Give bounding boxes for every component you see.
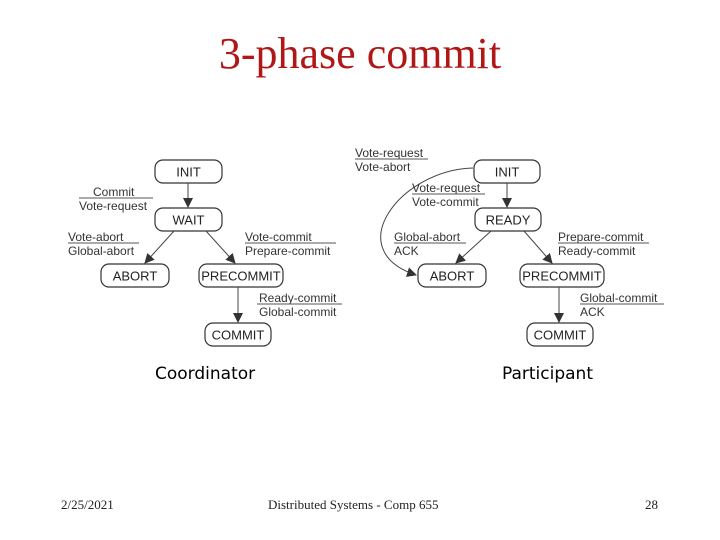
- coord-edge-wait-precommit: [205, 230, 236, 264]
- participant-diagram: INIT READY ABORT PRECOMMIT COMMIT Vote-r…: [355, 146, 664, 347]
- svg-text:Vote-abort: Vote-abort: [355, 160, 411, 174]
- part-label-init-ready: Vote-request Vote-commit: [412, 181, 485, 209]
- coordinator-diagram: INIT WAIT ABORT PRECOMMIT COMMIT Commit …: [68, 159, 342, 347]
- part-node-ready: READY: [474, 207, 542, 232]
- state-diagram: INIT WAIT ABORT PRECOMMIT COMMIT Commit …: [68, 146, 664, 347]
- svg-text:COMMIT: COMMIT: [212, 328, 265, 343]
- svg-text:INIT: INIT: [495, 165, 520, 180]
- svg-text:Vote-request: Vote-request: [79, 199, 148, 213]
- svg-text:Global-commit: Global-commit: [580, 291, 658, 305]
- svg-text:Vote-abort: Vote-abort: [68, 230, 124, 244]
- coordinator-caption: Coordinator: [155, 364, 256, 384]
- svg-text:READY: READY: [486, 213, 531, 228]
- footer-date: 2/25/2021: [61, 497, 114, 512]
- svg-text:ABORT: ABORT: [113, 269, 158, 284]
- part-node-commit: COMMIT: [526, 322, 594, 347]
- coord-node-precommit: PRECOMMIT: [198, 263, 284, 288]
- part-node-abort: ABORT: [417, 263, 487, 288]
- svg-text:Vote-request: Vote-request: [412, 181, 481, 195]
- coord-node-wait: WAIT: [154, 207, 223, 232]
- part-label-ready-abort: Global-abort ACK: [394, 230, 466, 258]
- slide: 3-phase commit INIT WAIT ABORT PRECOMMIT…: [0, 0, 720, 540]
- svg-text:Ready-commit: Ready-commit: [259, 291, 337, 305]
- svg-text:PRECOMMIT: PRECOMMIT: [522, 269, 602, 284]
- part-label-ready-precommit: Prepare-commit Ready-commit: [558, 230, 649, 258]
- svg-text:Global-commit: Global-commit: [259, 305, 337, 319]
- svg-text:Prepare-commit: Prepare-commit: [245, 244, 331, 258]
- svg-text:ACK: ACK: [394, 244, 419, 258]
- svg-text:WAIT: WAIT: [172, 213, 204, 228]
- coord-node-commit: COMMIT: [204, 322, 272, 347]
- part-edge-ready-abort: [455, 230, 492, 264]
- svg-text:Global-abort: Global-abort: [394, 230, 461, 244]
- svg-text:Vote-request: Vote-request: [355, 146, 424, 160]
- coord-label-wait-abort: Vote-abort Global-abort: [68, 230, 139, 258]
- svg-text:ABORT: ABORT: [430, 269, 475, 284]
- svg-text:INIT: INIT: [176, 165, 201, 180]
- part-edge-ready-precommit: [523, 230, 553, 264]
- svg-text:Vote-commit: Vote-commit: [412, 195, 479, 209]
- participant-caption: Participant: [502, 364, 594, 384]
- svg-text:Ready-commit: Ready-commit: [558, 244, 636, 258]
- footer-course: Distributed Systems - Comp 655: [268, 497, 439, 512]
- coord-label-precommit-commit: Ready-commit Global-commit: [257, 291, 342, 319]
- coord-edge-wait-abort: [144, 230, 175, 264]
- svg-text:ACK: ACK: [580, 305, 605, 319]
- svg-text:Global-abort: Global-abort: [68, 244, 135, 258]
- svg-text:PRECOMMIT: PRECOMMIT: [201, 269, 281, 284]
- footer-page-number: 28: [645, 497, 658, 512]
- part-node-precommit: PRECOMMIT: [519, 263, 605, 288]
- svg-text:Commit: Commit: [93, 185, 135, 199]
- part-node-init: INIT: [473, 159, 541, 184]
- svg-text:Prepare-commit: Prepare-commit: [558, 230, 644, 244]
- coord-node-abort: ABORT: [100, 263, 170, 288]
- coord-node-init: INIT: [154, 159, 223, 184]
- coord-label-wait-precommit: Vote-commit Prepare-commit: [245, 230, 336, 258]
- coord-label-init-wait: Commit Vote-request: [79, 185, 153, 213]
- part-label-precommit-commit: Global-commit ACK: [580, 291, 664, 319]
- svg-text:Vote-commit: Vote-commit: [245, 230, 312, 244]
- svg-text:COMMIT: COMMIT: [534, 328, 587, 343]
- part-label-init-abort: Vote-request Vote-abort: [355, 146, 428, 174]
